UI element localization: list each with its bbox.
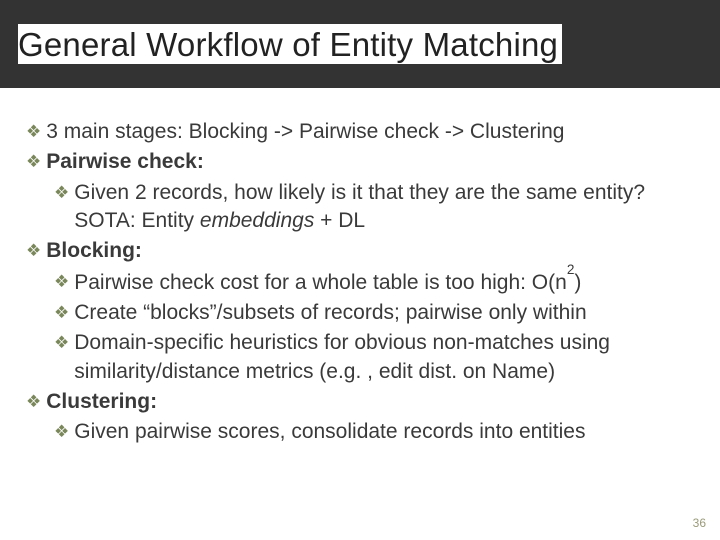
bullet-text-emph: embeddings	[200, 209, 314, 232]
bullet-text: Blocking:	[46, 237, 142, 265]
bullet-text: Clustering:	[46, 388, 157, 416]
slide-title: General Workflow of Entity Matching	[18, 26, 558, 63]
diamond-bullet-icon: ❖	[26, 391, 41, 414]
diamond-bullet-icon: ❖	[54, 302, 69, 325]
bullet-blocking-sub3: ❖ Domain-specific heuristics for obvious…	[26, 329, 692, 386]
bullet-text: Pairwise check cost for a whole table is…	[74, 268, 581, 297]
bullet-text-part1: Pairwise check cost for a whole table is…	[74, 271, 567, 294]
diamond-bullet-icon: ❖	[26, 121, 41, 144]
bullet-blocking-sub2: ❖ Create “blocks”/subsets of records; pa…	[26, 299, 692, 327]
bullet-pairwise-sub1: ❖ Given 2 records, how likely is it that…	[26, 179, 692, 236]
bullet-stages: ❖ 3 main stages: Blocking -> Pairwise ch…	[26, 118, 692, 146]
diamond-bullet-icon: ❖	[54, 182, 69, 205]
bullet-blocking: ❖ Blocking:	[26, 237, 692, 265]
diamond-bullet-icon: ❖	[54, 271, 69, 294]
title-wrap: General Workflow of Entity Matching	[18, 24, 562, 64]
diamond-bullet-icon: ❖	[54, 332, 69, 355]
slide-body: ❖ 3 main stages: Blocking -> Pairwise ch…	[0, 88, 720, 447]
bullet-text: Domain-specific heuristics for obvious n…	[74, 329, 692, 386]
bullet-text: Given pairwise scores, consolidate recor…	[74, 418, 585, 446]
slide-header: General Workflow of Entity Matching	[0, 0, 720, 88]
bullet-text-part3: + DL	[314, 209, 365, 232]
bullet-clustering-sub1: ❖ Given pairwise scores, consolidate rec…	[26, 418, 692, 446]
bullet-blocking-sub1: ❖ Pairwise check cost for a whole table …	[26, 268, 692, 297]
bullet-text: Given 2 records, how likely is it that t…	[74, 179, 692, 236]
bullet-text: Pairwise check:	[46, 148, 204, 176]
bullet-pairwise: ❖ Pairwise check:	[26, 148, 692, 176]
superscript: 2	[567, 262, 575, 277]
page-number: 36	[693, 516, 706, 530]
bullet-text-part2: )	[574, 271, 581, 294]
diamond-bullet-icon: ❖	[26, 151, 41, 174]
bullet-clustering: ❖ Clustering:	[26, 388, 692, 416]
diamond-bullet-icon: ❖	[26, 240, 41, 263]
diamond-bullet-icon: ❖	[54, 421, 69, 444]
bullet-text: 3 main stages: Blocking -> Pairwise chec…	[46, 118, 564, 146]
bullet-text: Create “blocks”/subsets of records; pair…	[74, 299, 586, 327]
